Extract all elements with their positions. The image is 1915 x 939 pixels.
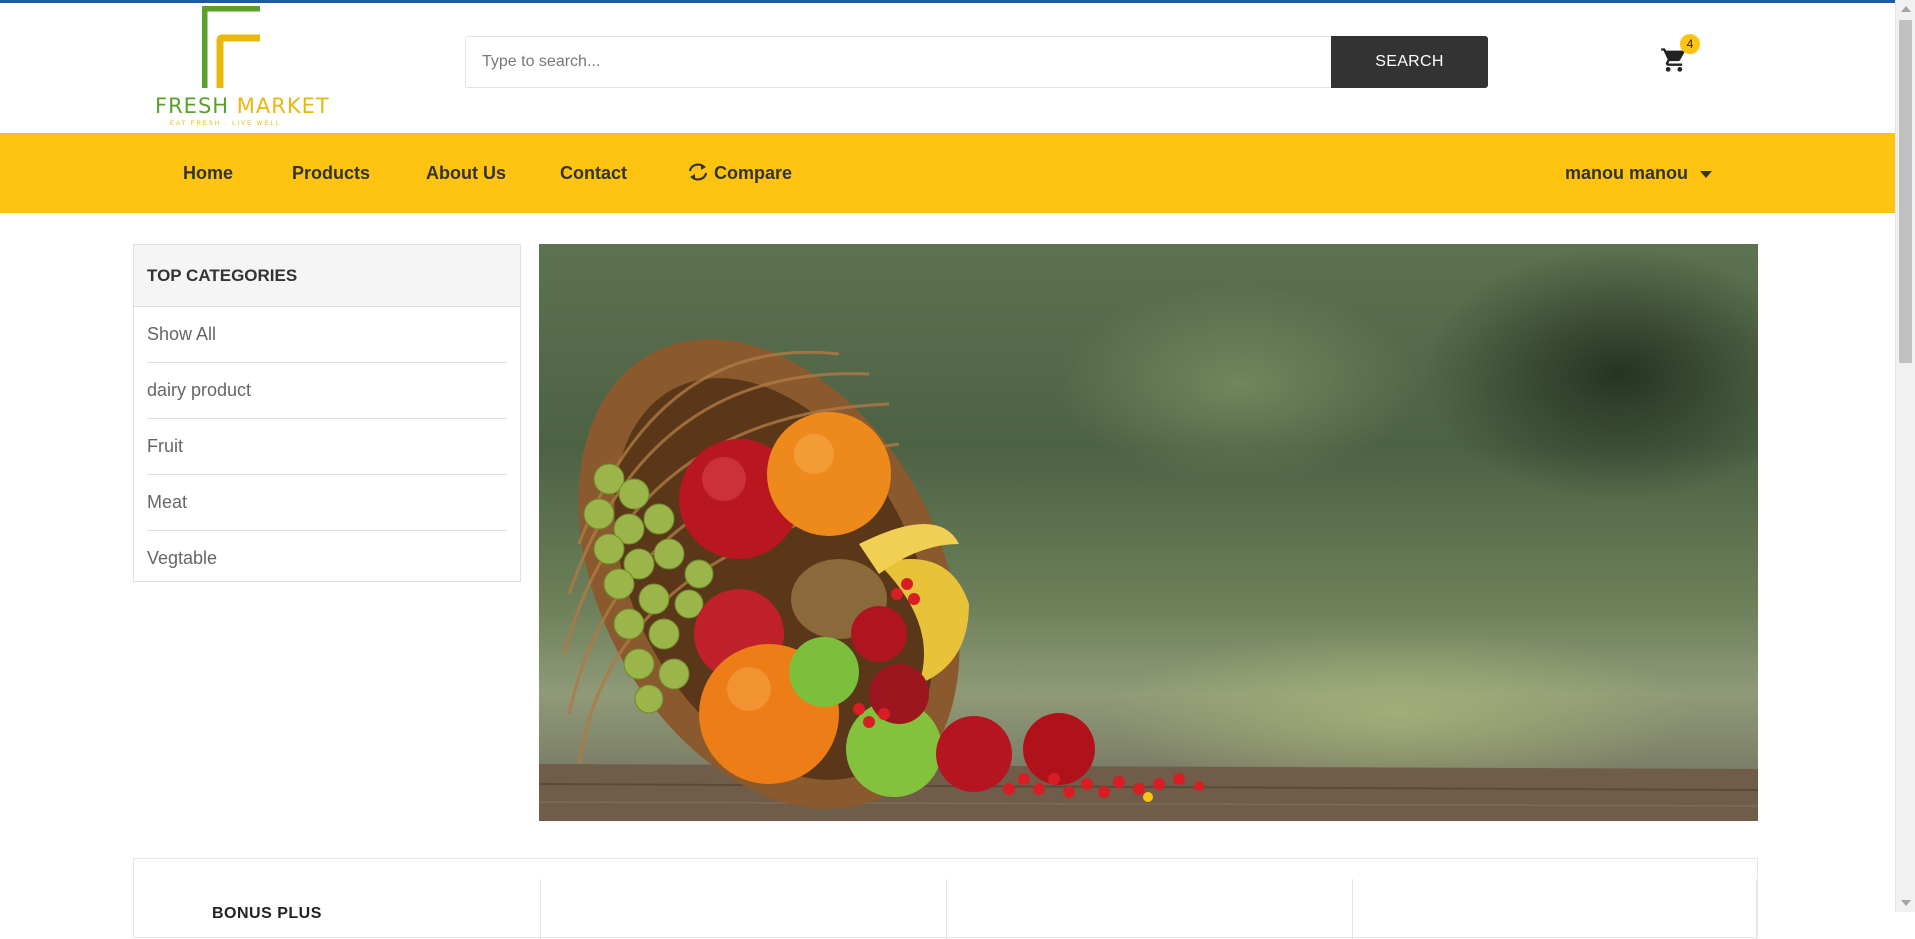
logo-wordmark: FRESH MARKET — [155, 94, 330, 118]
category-item-meat[interactable]: Meat — [147, 475, 507, 531]
column-divider — [1756, 879, 1757, 939]
bonus-panel: BONUS PLUS — [133, 858, 1758, 939]
bonus-title: BONUS PLUS — [212, 905, 322, 922]
nav-about-us[interactable]: About Us — [426, 133, 506, 213]
hero-slider[interactable] — [539, 244, 1758, 821]
slider-dot-active[interactable] — [1143, 792, 1153, 802]
chevron-down-icon — [1700, 170, 1713, 178]
top-border-line — [0, 0, 1895, 3]
logo-word-market: MARKET — [236, 94, 330, 118]
fruit-basket-image — [539, 339, 1758, 821]
nav-compare-label: Compare — [714, 163, 793, 183]
nav-products[interactable]: Products — [292, 133, 370, 213]
logo-mark-icon — [202, 6, 260, 88]
column-divider — [946, 879, 947, 939]
category-item-vegtable[interactable]: Vegtable — [147, 531, 507, 586]
top-categories-panel: TOP CATEGORIES Show All dairy product Fr… — [133, 244, 521, 582]
category-list: Show All dairy product Fruit Meat Vegtab… — [134, 307, 520, 586]
nav-home[interactable]: Home — [183, 133, 233, 213]
main-nav: Home Products About Us Contact Compare m… — [0, 133, 1895, 213]
category-item-show-all[interactable]: Show All — [147, 307, 507, 363]
nav-compare[interactable]: Compare — [686, 133, 792, 213]
column-divider — [540, 879, 541, 939]
cart-button[interactable]: 4 — [1658, 34, 1700, 82]
user-name: manou manou — [1565, 163, 1689, 183]
user-menu-dropdown[interactable]: manou manou — [1565, 133, 1713, 213]
scrollbar-thumb[interactable] — [1899, 20, 1912, 363]
top-categories-title: TOP CATEGORIES — [134, 245, 520, 307]
scroll-up-arrow-icon[interactable] — [1901, 6, 1911, 12]
search-button[interactable]: SEARCH — [1331, 36, 1488, 88]
search-bar: SEARCH — [465, 36, 1488, 88]
refresh-icon — [688, 163, 708, 181]
nav-contact[interactable]: Contact — [560, 133, 627, 213]
search-input[interactable] — [465, 36, 1331, 88]
category-item-fruit[interactable]: Fruit — [147, 419, 507, 475]
category-item-dairy-product[interactable]: dairy product — [147, 363, 507, 419]
cart-count-badge: 4 — [1680, 34, 1700, 54]
column-divider — [1352, 879, 1353, 939]
logo[interactable]: FRESH MARKET EAT FRESH . LIVE WELL — [150, 6, 329, 128]
logo-word-fresh: FRESH — [155, 94, 230, 118]
page-scrollbar[interactable] — [1895, 0, 1915, 912]
scroll-down-arrow-icon[interactable] — [1901, 900, 1911, 906]
logo-tagline: EAT FRESH . LIVE WELL — [170, 121, 282, 127]
